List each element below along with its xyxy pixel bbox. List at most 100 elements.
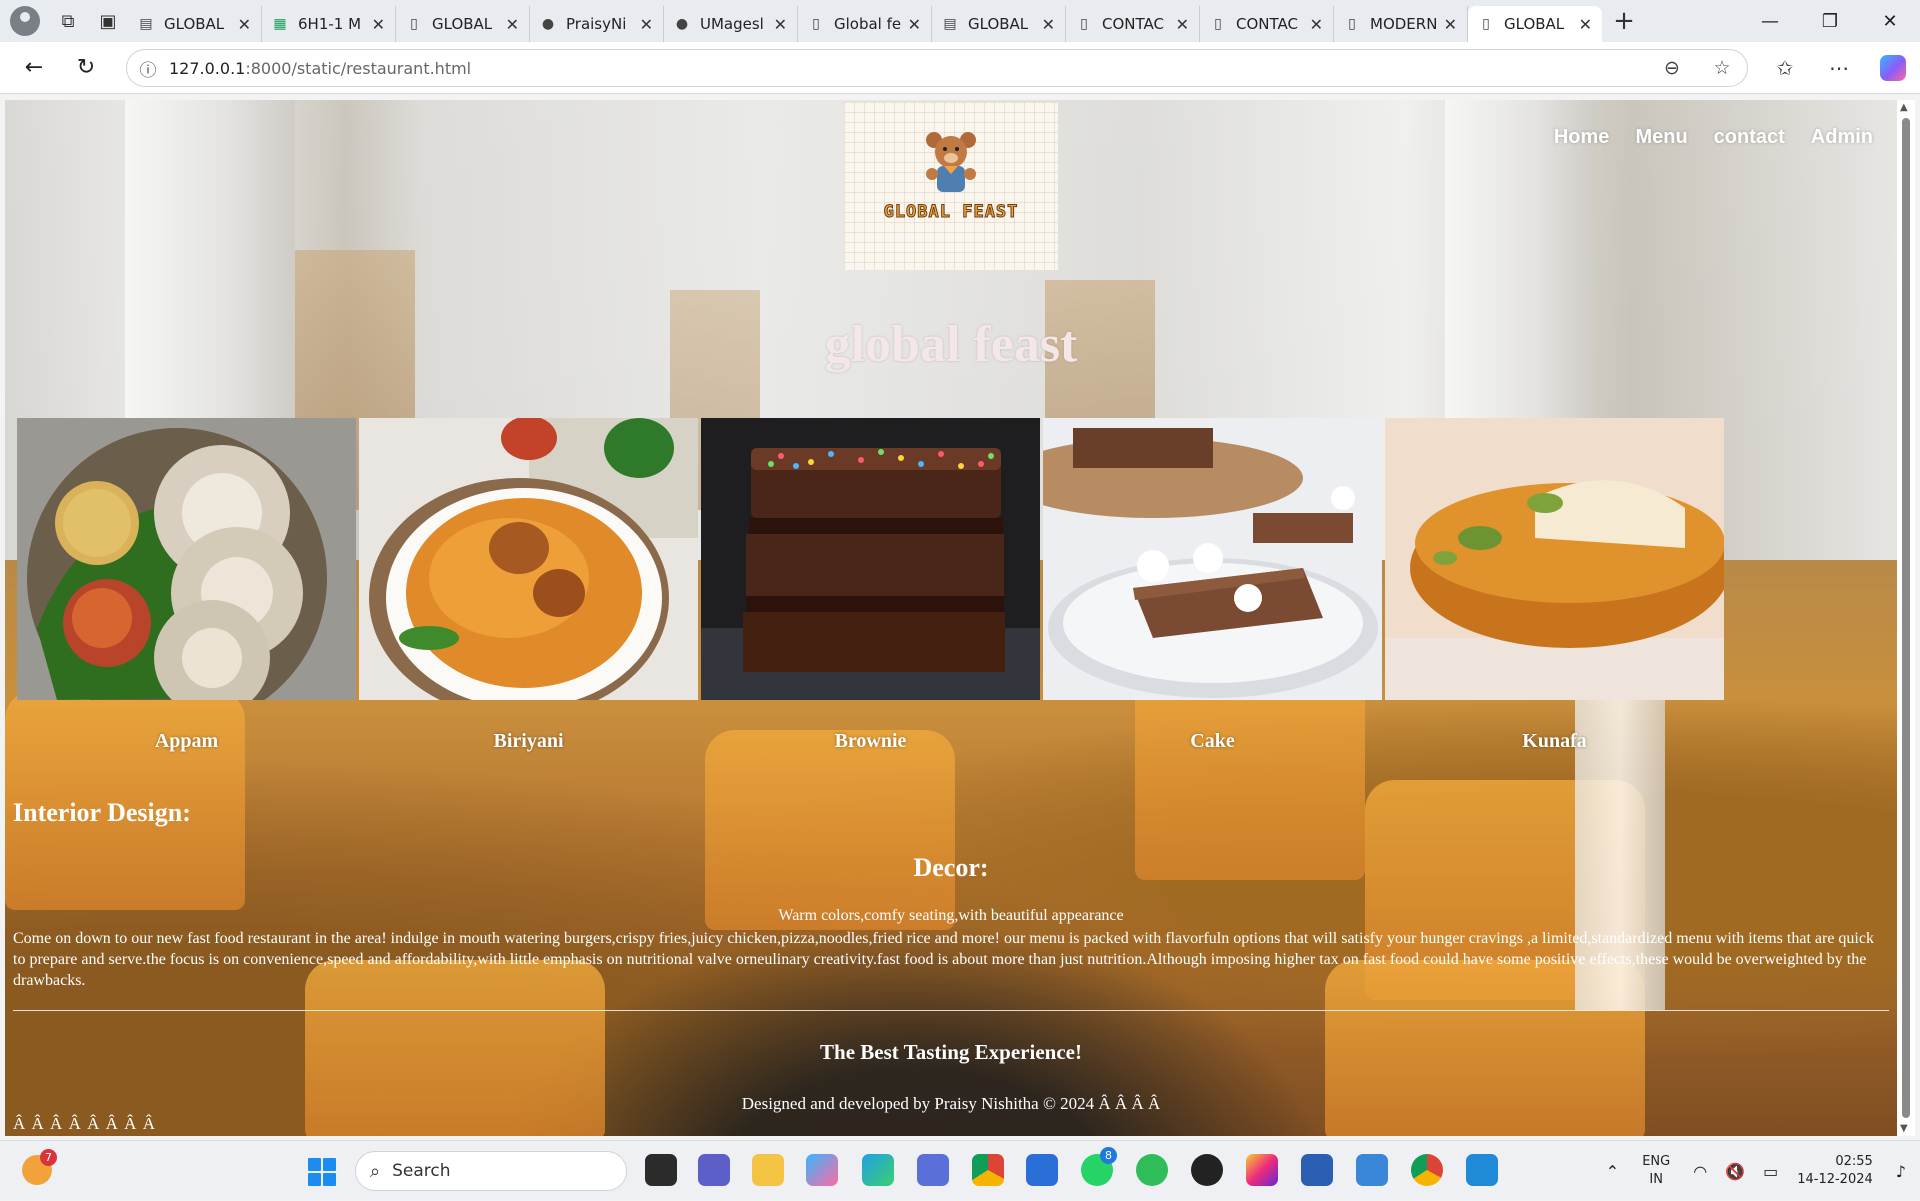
page-icon: ▤ bbox=[139, 16, 153, 32]
copilot-icon[interactable] bbox=[1880, 55, 1906, 81]
new-tab-button[interactable]: + bbox=[1602, 0, 1646, 42]
close-tab-icon[interactable]: ✕ bbox=[238, 15, 251, 34]
chevron-up-icon[interactable]: ⌃ bbox=[1606, 1162, 1619, 1181]
tab-actions-icon[interactable]: ▣ bbox=[88, 0, 128, 42]
chatgpt-icon[interactable] bbox=[1191, 1154, 1223, 1186]
encoding-artifacts: Â Â Â Â Â Â Â Â bbox=[13, 1114, 156, 1133]
vscode-icon[interactable] bbox=[1466, 1154, 1498, 1186]
footer-credit: Designed and developed by Praisy Nishith… bbox=[741, 1094, 1161, 1113]
nav-contact-link[interactable]: contact bbox=[1714, 126, 1785, 149]
task-view-icon[interactable] bbox=[645, 1154, 677, 1186]
zoom-icon[interactable]: ⊖ bbox=[1647, 57, 1697, 79]
back-icon[interactable]: ← bbox=[8, 42, 60, 94]
nav-home-link[interactable]: Home bbox=[1554, 126, 1610, 149]
clock[interactable]: 02:55 14-12-2024 bbox=[1797, 1153, 1873, 1189]
scroll-up-icon[interactable]: ▲ bbox=[1900, 102, 1908, 113]
teddy-bear-icon bbox=[926, 132, 976, 192]
brownie-image[interactable] bbox=[701, 418, 1040, 700]
tab-github-umages[interactable]: ● UMagesl ✕ bbox=[664, 6, 798, 42]
minimize-icon[interactable]: — bbox=[1740, 0, 1800, 42]
kunafa-image[interactable] bbox=[1385, 418, 1724, 700]
store-icon[interactable] bbox=[1026, 1154, 1058, 1186]
tab-sheets[interactable]: ▦ 6H1-1 M ✕ bbox=[262, 6, 396, 42]
chrome-icon[interactable] bbox=[972, 1154, 1004, 1186]
dish-name: Biriyani bbox=[493, 730, 564, 752]
page-icon: ▯ bbox=[1348, 16, 1356, 32]
teams-icon[interactable] bbox=[698, 1154, 730, 1186]
scrollbar-thumb[interactable] bbox=[1902, 118, 1910, 1118]
taskbar-search[interactable]: ⌕ Search bbox=[355, 1151, 627, 1191]
arc-icon[interactable] bbox=[917, 1154, 949, 1186]
tab-contact-1[interactable]: ▯ CONTAC ✕ bbox=[1066, 6, 1200, 42]
volume-muted-icon[interactable]: 🔇 bbox=[1725, 1162, 1745, 1181]
appam-image[interactable] bbox=[17, 418, 356, 700]
tab-global-1[interactable]: ▤ GLOBAL ✕ bbox=[128, 6, 262, 42]
github-icon: ● bbox=[541, 16, 555, 32]
edge-icon[interactable] bbox=[862, 1154, 894, 1186]
favorites-icon[interactable]: ✩ bbox=[1758, 42, 1812, 94]
close-tab-icon[interactable]: ✕ bbox=[908, 15, 921, 34]
refresh-icon[interactable]: ↻ bbox=[60, 42, 112, 94]
tab-global-3[interactable]: ▤ GLOBAL ✕ bbox=[932, 6, 1066, 42]
file-explorer-icon[interactable] bbox=[752, 1154, 784, 1186]
dish-name: Brownie bbox=[834, 730, 907, 752]
dish-name: Appam bbox=[154, 730, 219, 752]
tab-global-active[interactable]: ▯ GLOBAL ✕ bbox=[1468, 6, 1602, 42]
nav-menu-link[interactable]: Menu bbox=[1635, 126, 1687, 149]
close-tab-icon[interactable]: ✕ bbox=[1176, 15, 1189, 34]
nav-admin-link[interactable]: Admin bbox=[1811, 126, 1873, 149]
notepad-icon[interactable] bbox=[1356, 1154, 1388, 1186]
close-tab-icon[interactable]: ✕ bbox=[774, 15, 787, 34]
biriyani-image[interactable] bbox=[359, 418, 698, 700]
page-icon: ▯ bbox=[1482, 16, 1490, 32]
restore-icon[interactable]: ❐ bbox=[1800, 0, 1860, 42]
site-nav: Home Menu contact Admin bbox=[1554, 126, 1873, 149]
tab-contact-2[interactable]: ▯ CONTAC ✕ bbox=[1200, 6, 1334, 42]
close-tab-icon[interactable]: ✕ bbox=[506, 15, 519, 34]
scroll-down-icon[interactable]: ▼ bbox=[1900, 1123, 1908, 1134]
page-icon: ▤ bbox=[943, 16, 957, 32]
language-indicator[interactable]: ENG IN bbox=[1642, 1153, 1670, 1189]
notification-bell-icon[interactable]: ♪ bbox=[1896, 1162, 1906, 1181]
favorite-star-icon[interactable]: ☆ bbox=[1697, 57, 1747, 79]
whatsapp-badge: 8 bbox=[1100, 1147, 1117, 1164]
chrome-profile-icon[interactable] bbox=[1411, 1154, 1443, 1186]
site-info-icon[interactable]: ⓘ bbox=[127, 56, 169, 81]
tab-global-feast[interactable]: ▯ Global fe ✕ bbox=[798, 6, 932, 42]
dish-name: Kunafa bbox=[1522, 730, 1587, 752]
sheets-icon: ▦ bbox=[273, 16, 287, 32]
page-icon: ▯ bbox=[1080, 16, 1088, 32]
page-icon: ▯ bbox=[812, 16, 820, 32]
close-tab-icon[interactable]: ✕ bbox=[1579, 15, 1592, 34]
dish-name: Cake bbox=[1190, 730, 1235, 752]
word-icon[interactable] bbox=[1301, 1154, 1333, 1186]
battery-icon[interactable]: ▭ bbox=[1763, 1162, 1778, 1181]
about-paragraph: Come on down to our new fast food restau… bbox=[13, 930, 1874, 989]
copilot-app-icon[interactable] bbox=[806, 1154, 838, 1186]
close-tab-icon[interactable]: ✕ bbox=[1444, 15, 1457, 34]
url-field[interactable]: ⓘ 127.0.0.1:8000/static/restaurant.html … bbox=[126, 49, 1748, 87]
workspaces-icon[interactable]: ⧉ bbox=[48, 0, 88, 42]
close-tab-icon[interactable]: ✕ bbox=[1310, 15, 1323, 34]
start-icon[interactable] bbox=[308, 1158, 336, 1186]
wifi-icon[interactable]: ◠ bbox=[1693, 1162, 1707, 1181]
dish-card-biriyani: Biriyani bbox=[359, 418, 698, 753]
url-text[interactable]: 127.0.0.1:8000/static/restaurant.html bbox=[169, 59, 1647, 78]
close-window-icon[interactable]: ✕ bbox=[1860, 0, 1920, 42]
close-tab-icon[interactable]: ✕ bbox=[1042, 15, 1055, 34]
tab-global-2[interactable]: ▯ GLOBAL ✕ bbox=[396, 6, 530, 42]
tab-modern[interactable]: ▯ MODERN ✕ bbox=[1334, 6, 1468, 42]
tab-github-praisy[interactable]: ● PraisyNi ✕ bbox=[530, 6, 664, 42]
page-scrollbar[interactable]: ▲ ▼ bbox=[1897, 100, 1915, 1136]
close-tab-icon[interactable]: ✕ bbox=[372, 15, 385, 34]
cake-image[interactable] bbox=[1043, 418, 1382, 700]
weather-badge: 7 bbox=[40, 1149, 57, 1166]
windows-taskbar: 7 ⌕ Search 8 ⌃ ENG IN ◠ 🔇 ▭ 02:55 14-12-20… bbox=[0, 1140, 1920, 1200]
toolbar-right: ✩ ⋯ bbox=[1758, 42, 1920, 94]
instagram-icon[interactable] bbox=[1246, 1154, 1278, 1186]
close-tab-icon[interactable]: ✕ bbox=[640, 15, 653, 34]
profile-icon[interactable] bbox=[10, 6, 40, 36]
refresh-app-icon[interactable] bbox=[1136, 1154, 1168, 1186]
dish-card-cake: Cake bbox=[1043, 418, 1382, 753]
more-menu-icon[interactable]: ⋯ bbox=[1812, 42, 1866, 94]
